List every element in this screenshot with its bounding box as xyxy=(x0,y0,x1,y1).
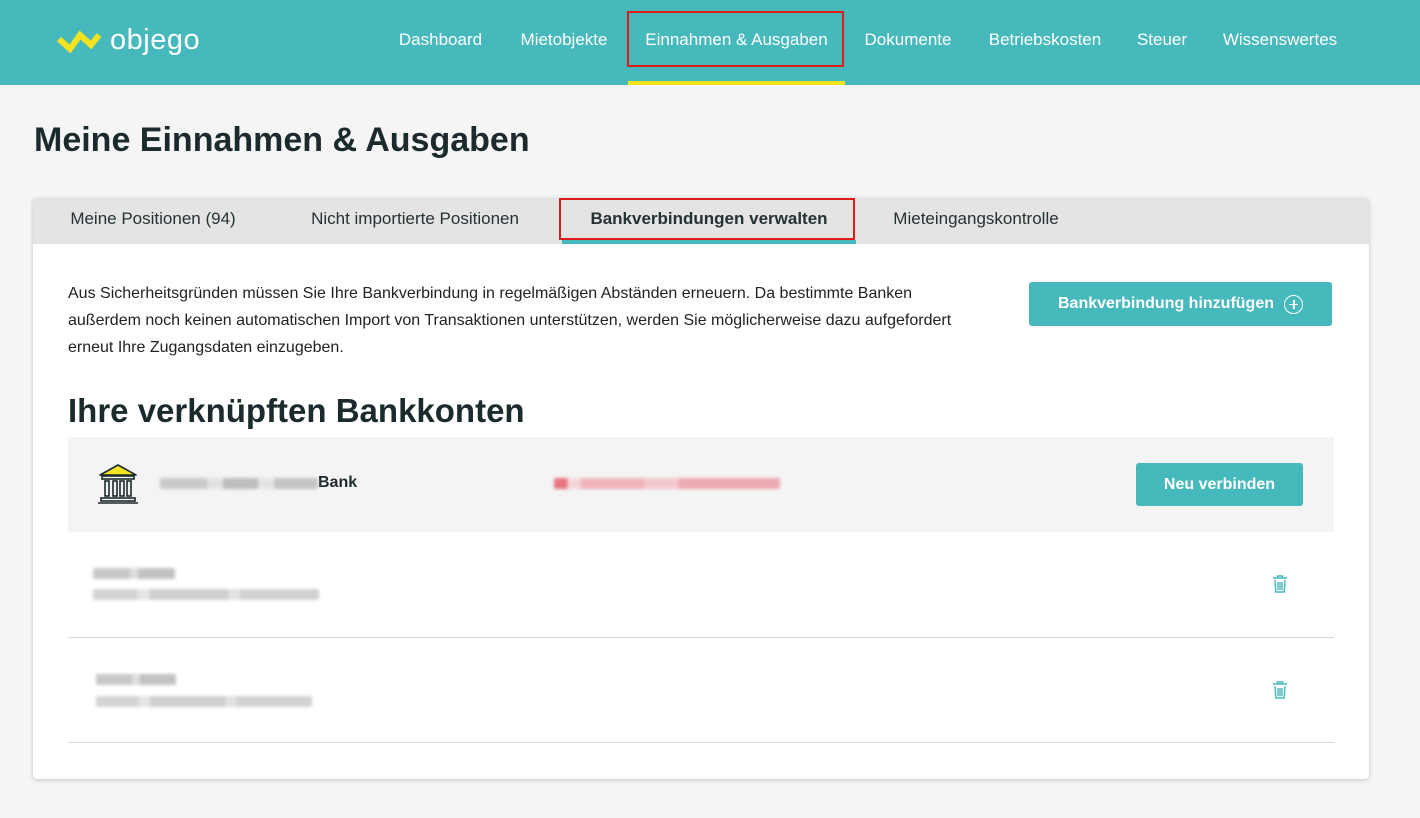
redacted-connection-status xyxy=(554,478,780,489)
nav-betriebskosten[interactable]: Betriebskosten xyxy=(980,0,1110,85)
nav-mietobjekte[interactable]: Mietobjekte xyxy=(512,0,616,85)
nav-einnahmen-ausgaben[interactable]: Einnahmen & Ausgaben xyxy=(628,0,845,85)
page-title: Meine Einnahmen & Ausgaben xyxy=(34,121,530,159)
bank-connection-row: Bank Neu verbinden xyxy=(68,437,1334,532)
nav-dokumente[interactable]: Dokumente xyxy=(856,0,960,85)
main-nav: Dashboard Mietobjekte Einnahmen & Ausgab… xyxy=(0,0,1420,85)
redacted-account-name xyxy=(93,568,175,579)
reconnect-button[interactable]: Neu verbinden xyxy=(1136,463,1303,506)
tab-meine-positionen[interactable]: Meine Positionen (94) xyxy=(51,198,255,244)
bank-connections-card: Meine Positionen (94) Nicht importierte … xyxy=(33,198,1369,779)
bank-name-suffix: Bank xyxy=(318,474,358,491)
nav-wissenswertes[interactable]: Wissenswertes xyxy=(1214,0,1346,85)
tab-mieteingangskontrolle[interactable]: Mieteingangskontrolle xyxy=(881,198,1071,244)
bank-building-icon xyxy=(96,462,140,511)
security-info-text: Aus Sicherheitsgründen müssen Sie Ihre B… xyxy=(68,285,952,356)
redacted-bank-name xyxy=(160,477,318,489)
linked-accounts-heading: Ihre verknüpften Bankkonten xyxy=(68,392,525,429)
bank-name: Bank xyxy=(160,474,357,492)
account-row xyxy=(68,638,1334,743)
top-navigation-bar: objego Dashboard Mietobjekte Einnahmen &… xyxy=(0,0,1420,85)
add-bank-connection-button[interactable]: Bankverbindung hinzufügen xyxy=(1029,282,1332,326)
tab-bankverbindungen-verwalten[interactable]: Bankverbindungen verwalten xyxy=(562,198,856,244)
nav-dashboard[interactable]: Dashboard xyxy=(392,0,489,85)
redacted-account-iban xyxy=(96,696,312,707)
trash-icon[interactable] xyxy=(1271,574,1289,599)
nav-steuer[interactable]: Steuer xyxy=(1130,0,1194,85)
trash-icon[interactable] xyxy=(1271,680,1289,705)
add-bank-connection-label: Bankverbindung hinzufügen xyxy=(1058,295,1274,312)
tab-nicht-importierte-positionen[interactable]: Nicht importierte Positionen xyxy=(295,198,535,244)
redacted-account-name xyxy=(96,674,176,685)
tab-bar: Meine Positionen (94) Nicht importierte … xyxy=(33,198,1369,244)
account-row xyxy=(68,533,1334,638)
redacted-account-iban xyxy=(93,589,319,600)
plus-circle-icon xyxy=(1284,294,1303,314)
